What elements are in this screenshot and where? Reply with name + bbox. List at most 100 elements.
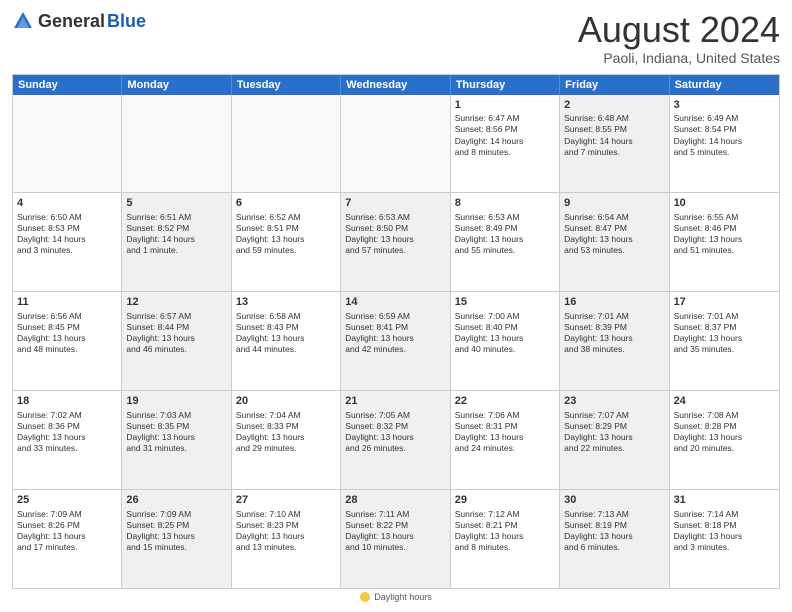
day-info: Sunrise: 7:14 AM Sunset: 8:18 PM Dayligh… xyxy=(674,509,775,553)
day-cell-8: 8Sunrise: 6:53 AM Sunset: 8:49 PM Daylig… xyxy=(451,193,560,291)
day-header-saturday: Saturday xyxy=(670,75,779,95)
day-info: Sunrise: 6:56 AM Sunset: 8:45 PM Dayligh… xyxy=(17,311,117,355)
day-number: 26 xyxy=(126,493,226,508)
day-number: 6 xyxy=(236,196,336,211)
day-cell-10: 10Sunrise: 6:55 AM Sunset: 8:46 PM Dayli… xyxy=(670,193,779,291)
day-info: Sunrise: 7:09 AM Sunset: 8:26 PM Dayligh… xyxy=(17,509,117,553)
day-number: 31 xyxy=(674,493,775,508)
logo-icon xyxy=(12,10,34,32)
day-info: Sunrise: 6:53 AM Sunset: 8:49 PM Dayligh… xyxy=(455,212,555,256)
day-cell-19: 19Sunrise: 7:03 AM Sunset: 8:35 PM Dayli… xyxy=(122,391,231,489)
calendar: SundayMondayTuesdayWednesdayThursdayFrid… xyxy=(12,74,780,589)
day-header-thursday: Thursday xyxy=(451,75,560,95)
day-info: Sunrise: 6:53 AM Sunset: 8:50 PM Dayligh… xyxy=(345,212,445,256)
day-number: 25 xyxy=(17,493,117,508)
day-header-sunday: Sunday xyxy=(13,75,122,95)
day-cell-25: 25Sunrise: 7:09 AM Sunset: 8:26 PM Dayli… xyxy=(13,490,122,588)
day-cell-17: 17Sunrise: 7:01 AM Sunset: 8:37 PM Dayli… xyxy=(670,292,779,390)
day-cell-1: 1Sunrise: 6:47 AM Sunset: 8:56 PM Daylig… xyxy=(451,95,560,193)
day-cell-12: 12Sunrise: 6:57 AM Sunset: 8:44 PM Dayli… xyxy=(122,292,231,390)
day-cell-28: 28Sunrise: 7:11 AM Sunset: 8:22 PM Dayli… xyxy=(341,490,450,588)
day-cell-5: 5Sunrise: 6:51 AM Sunset: 8:52 PM Daylig… xyxy=(122,193,231,291)
day-header-tuesday: Tuesday xyxy=(232,75,341,95)
day-info: Sunrise: 7:11 AM Sunset: 8:22 PM Dayligh… xyxy=(345,509,445,553)
day-cell-31: 31Sunrise: 7:14 AM Sunset: 8:18 PM Dayli… xyxy=(670,490,779,588)
day-number: 19 xyxy=(126,394,226,409)
footer-text: Daylight hours xyxy=(374,592,432,602)
calendar-body: 1Sunrise: 6:47 AM Sunset: 8:56 PM Daylig… xyxy=(13,95,779,588)
day-cell-13: 13Sunrise: 6:58 AM Sunset: 8:43 PM Dayli… xyxy=(232,292,341,390)
day-cell-15: 15Sunrise: 7:00 AM Sunset: 8:40 PM Dayli… xyxy=(451,292,560,390)
day-info: Sunrise: 6:49 AM Sunset: 8:54 PM Dayligh… xyxy=(674,113,775,157)
day-cell-4: 4Sunrise: 6:50 AM Sunset: 8:53 PM Daylig… xyxy=(13,193,122,291)
calendar-row-4: 18Sunrise: 7:02 AM Sunset: 8:36 PM Dayli… xyxy=(13,390,779,489)
day-number: 3 xyxy=(674,98,775,113)
calendar-header: SundayMondayTuesdayWednesdayThursdayFrid… xyxy=(13,75,779,95)
day-cell-9: 9Sunrise: 6:54 AM Sunset: 8:47 PM Daylig… xyxy=(560,193,669,291)
day-number: 10 xyxy=(674,196,775,211)
day-info: Sunrise: 7:13 AM Sunset: 8:19 PM Dayligh… xyxy=(564,509,664,553)
day-info: Sunrise: 7:05 AM Sunset: 8:32 PM Dayligh… xyxy=(345,410,445,454)
month-title: August 2024 xyxy=(578,10,780,50)
logo-general-text: General xyxy=(38,11,105,32)
day-number: 30 xyxy=(564,493,664,508)
day-cell-30: 30Sunrise: 7:13 AM Sunset: 8:19 PM Dayli… xyxy=(560,490,669,588)
day-number: 28 xyxy=(345,493,445,508)
day-cell-24: 24Sunrise: 7:08 AM Sunset: 8:28 PM Dayli… xyxy=(670,391,779,489)
day-info: Sunrise: 7:00 AM Sunset: 8:40 PM Dayligh… xyxy=(455,311,555,355)
day-cell-23: 23Sunrise: 7:07 AM Sunset: 8:29 PM Dayli… xyxy=(560,391,669,489)
day-info: Sunrise: 6:59 AM Sunset: 8:41 PM Dayligh… xyxy=(345,311,445,355)
day-cell-20: 20Sunrise: 7:04 AM Sunset: 8:33 PM Dayli… xyxy=(232,391,341,489)
day-number: 29 xyxy=(455,493,555,508)
day-number: 16 xyxy=(564,295,664,310)
sun-icon xyxy=(360,592,370,602)
day-number: 11 xyxy=(17,295,117,310)
day-cell-7: 7Sunrise: 6:53 AM Sunset: 8:50 PM Daylig… xyxy=(341,193,450,291)
day-info: Sunrise: 7:01 AM Sunset: 8:37 PM Dayligh… xyxy=(674,311,775,355)
header: General Blue August 2024 Paoli, Indiana,… xyxy=(12,10,780,66)
day-number: 20 xyxy=(236,394,336,409)
main-container: General Blue August 2024 Paoli, Indiana,… xyxy=(0,0,792,612)
footer: Daylight hours xyxy=(12,589,780,602)
day-header-friday: Friday xyxy=(560,75,669,95)
day-number: 24 xyxy=(674,394,775,409)
day-info: Sunrise: 7:12 AM Sunset: 8:21 PM Dayligh… xyxy=(455,509,555,553)
day-cell-11: 11Sunrise: 6:56 AM Sunset: 8:45 PM Dayli… xyxy=(13,292,122,390)
day-cell-14: 14Sunrise: 6:59 AM Sunset: 8:41 PM Dayli… xyxy=(341,292,450,390)
empty-cell xyxy=(232,95,341,193)
day-info: Sunrise: 7:04 AM Sunset: 8:33 PM Dayligh… xyxy=(236,410,336,454)
day-number: 5 xyxy=(126,196,226,211)
day-info: Sunrise: 6:50 AM Sunset: 8:53 PM Dayligh… xyxy=(17,212,117,256)
day-number: 7 xyxy=(345,196,445,211)
day-info: Sunrise: 7:07 AM Sunset: 8:29 PM Dayligh… xyxy=(564,410,664,454)
day-cell-26: 26Sunrise: 7:09 AM Sunset: 8:25 PM Dayli… xyxy=(122,490,231,588)
day-number: 23 xyxy=(564,394,664,409)
empty-cell xyxy=(341,95,450,193)
day-number: 14 xyxy=(345,295,445,310)
day-number: 9 xyxy=(564,196,664,211)
day-cell-2: 2Sunrise: 6:48 AM Sunset: 8:55 PM Daylig… xyxy=(560,95,669,193)
day-info: Sunrise: 6:58 AM Sunset: 8:43 PM Dayligh… xyxy=(236,311,336,355)
day-header-wednesday: Wednesday xyxy=(341,75,450,95)
day-cell-27: 27Sunrise: 7:10 AM Sunset: 8:23 PM Dayli… xyxy=(232,490,341,588)
logo: General Blue xyxy=(12,10,146,32)
day-number: 15 xyxy=(455,295,555,310)
day-info: Sunrise: 7:10 AM Sunset: 8:23 PM Dayligh… xyxy=(236,509,336,553)
day-cell-18: 18Sunrise: 7:02 AM Sunset: 8:36 PM Dayli… xyxy=(13,391,122,489)
day-number: 22 xyxy=(455,394,555,409)
day-number: 2 xyxy=(564,98,664,113)
day-number: 21 xyxy=(345,394,445,409)
title-section: August 2024 Paoli, Indiana, United State… xyxy=(578,10,780,66)
day-number: 17 xyxy=(674,295,775,310)
empty-cell xyxy=(13,95,122,193)
day-info: Sunrise: 6:48 AM Sunset: 8:55 PM Dayligh… xyxy=(564,113,664,157)
day-number: 18 xyxy=(17,394,117,409)
calendar-row-5: 25Sunrise: 7:09 AM Sunset: 8:26 PM Dayli… xyxy=(13,489,779,588)
day-info: Sunrise: 7:03 AM Sunset: 8:35 PM Dayligh… xyxy=(126,410,226,454)
logo-blue-text: Blue xyxy=(107,11,146,32)
calendar-row-2: 4Sunrise: 6:50 AM Sunset: 8:53 PM Daylig… xyxy=(13,192,779,291)
day-number: 8 xyxy=(455,196,555,211)
day-info: Sunrise: 6:52 AM Sunset: 8:51 PM Dayligh… xyxy=(236,212,336,256)
day-cell-6: 6Sunrise: 6:52 AM Sunset: 8:51 PM Daylig… xyxy=(232,193,341,291)
location: Paoli, Indiana, United States xyxy=(578,50,780,66)
